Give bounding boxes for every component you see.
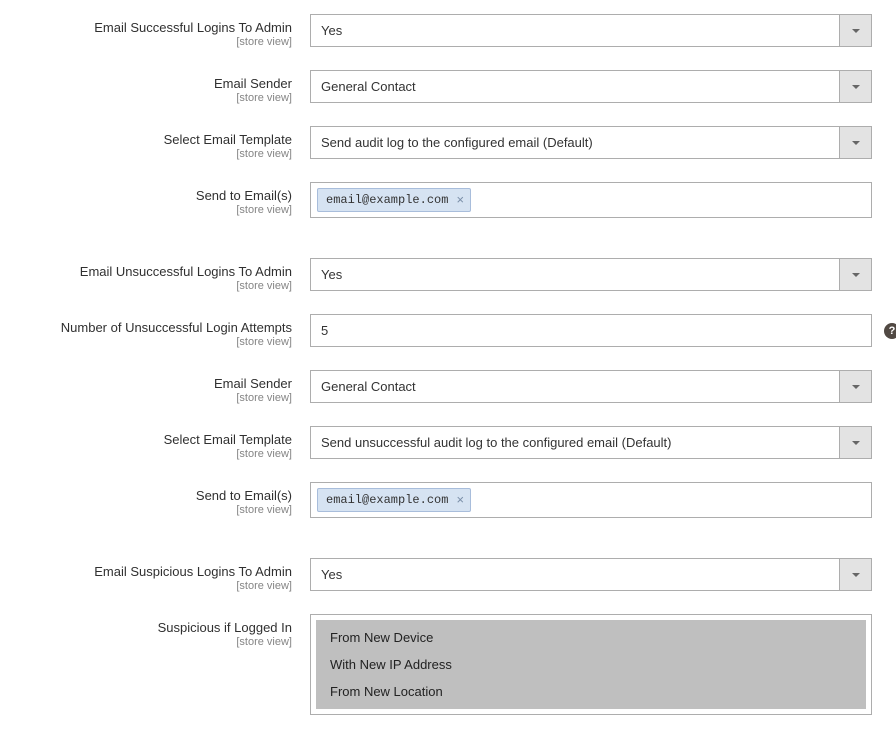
scope-label: [store view] <box>20 580 292 592</box>
label-emails-2: Send to Email(s) [store view] <box>20 482 310 516</box>
caret-down-icon <box>851 438 861 448</box>
input-col: Yes <box>310 258 872 291</box>
select-value: Send audit log to the configured email (… <box>310 126 839 159</box>
row-email-successful: Email Successful Logins To Admin [store … <box>20 14 876 48</box>
select-template-2[interactable]: Send unsuccessful audit log to the confi… <box>310 426 872 459</box>
multiselect-suspicious[interactable]: From New Device With New IP Address From… <box>310 614 872 715</box>
select-sender-2[interactable]: General Contact <box>310 370 872 403</box>
dropdown-toggle[interactable] <box>839 370 872 403</box>
input-col: Yes <box>310 14 872 47</box>
row-template-1: Select Email Template [store view] Send … <box>20 126 876 160</box>
input-col: Send audit log to the configured email (… <box>310 126 872 159</box>
label-attempts: Number of Unsuccessful Login Attempts [s… <box>20 314 310 348</box>
label-emails-1: Send to Email(s) [store view] <box>20 182 310 216</box>
select-value: General Contact <box>310 370 839 403</box>
label-email-suspicious: Email Suspicious Logins To Admin [store … <box>20 558 310 592</box>
scope-label: [store view] <box>20 392 292 404</box>
row-sender-1: Email Sender [store view] General Contac… <box>20 70 876 104</box>
label-text: Select Email Template <box>164 432 292 447</box>
label-sender-2: Email Sender [store view] <box>20 370 310 404</box>
input-col: From New Device With New IP Address From… <box>310 614 872 715</box>
dropdown-toggle[interactable] <box>839 558 872 591</box>
caret-down-icon <box>851 270 861 280</box>
label-text: Send to Email(s) <box>196 188 292 203</box>
tag-label: email@example.com <box>326 493 448 507</box>
scope-label: [store view] <box>20 36 292 48</box>
label-text: Email Successful Logins To Admin <box>94 20 292 35</box>
tag-label: email@example.com <box>326 193 448 207</box>
caret-down-icon <box>851 82 861 92</box>
scope-label: [store view] <box>20 448 292 460</box>
caret-down-icon <box>851 138 861 148</box>
option-new-device[interactable]: From New Device <box>316 624 866 651</box>
tag-input-emails-2[interactable]: email@example.com × <box>310 482 872 518</box>
dropdown-toggle[interactable] <box>839 70 872 103</box>
row-template-2: Select Email Template [store view] Send … <box>20 426 876 460</box>
tag-input-emails-1[interactable]: email@example.com × <box>310 182 872 218</box>
select-email-unsuccessful[interactable]: Yes <box>310 258 872 291</box>
input-col: Yes <box>310 558 872 591</box>
row-emails-2: Send to Email(s) [store view] email@exam… <box>20 482 876 518</box>
remove-tag-icon[interactable]: × <box>456 194 464 207</box>
multiselect-inner: From New Device With New IP Address From… <box>316 620 866 709</box>
scope-label: [store view] <box>20 92 292 104</box>
select-value: Yes <box>310 14 839 47</box>
dropdown-toggle[interactable] <box>839 126 872 159</box>
label-text: Email Suspicious Logins To Admin <box>94 564 292 579</box>
label-text: Email Sender <box>214 376 292 391</box>
caret-down-icon <box>851 26 861 36</box>
select-value: Yes <box>310 558 839 591</box>
attempts-input[interactable] <box>310 314 872 347</box>
row-suspicious-if: Suspicious if Logged In [store view] Fro… <box>20 614 876 715</box>
label-text: Select Email Template <box>164 132 292 147</box>
row-email-suspicious: Email Suspicious Logins To Admin [store … <box>20 558 876 592</box>
label-suspicious-if: Suspicious if Logged In [store view] <box>20 614 310 648</box>
scope-label: [store view] <box>20 336 292 348</box>
select-sender-1[interactable]: General Contact <box>310 70 872 103</box>
email-tag: email@example.com × <box>317 188 471 212</box>
option-new-location[interactable]: From New Location <box>316 678 866 705</box>
remove-tag-icon[interactable]: × <box>456 494 464 507</box>
label-text: Number of Unsuccessful Login Attempts <box>61 320 292 335</box>
select-value: Yes <box>310 258 839 291</box>
row-emails-1: Send to Email(s) [store view] email@exam… <box>20 182 876 218</box>
select-email-successful[interactable]: Yes <box>310 14 872 47</box>
input-col: General Contact <box>310 70 872 103</box>
label-text: Email Sender <box>214 76 292 91</box>
option-new-ip[interactable]: With New IP Address <box>316 651 866 678</box>
label-text: Suspicious if Logged In <box>158 620 292 635</box>
email-tag: email@example.com × <box>317 488 471 512</box>
select-email-suspicious[interactable]: Yes <box>310 558 872 591</box>
caret-down-icon <box>851 570 861 580</box>
dropdown-toggle[interactable] <box>839 258 872 291</box>
input-col: email@example.com × <box>310 482 872 518</box>
select-template-1[interactable]: Send audit log to the configured email (… <box>310 126 872 159</box>
input-col: email@example.com × <box>310 182 872 218</box>
dropdown-toggle[interactable] <box>839 14 872 47</box>
label-email-unsuccessful: Email Unsuccessful Logins To Admin [stor… <box>20 258 310 292</box>
row-attempts: Number of Unsuccessful Login Attempts [s… <box>20 314 876 348</box>
label-sender-1: Email Sender [store view] <box>20 70 310 104</box>
label-text: Email Unsuccessful Logins To Admin <box>80 264 292 279</box>
scope-label: [store view] <box>20 204 292 216</box>
scope-label: [store view] <box>20 280 292 292</box>
caret-down-icon <box>851 382 861 392</box>
label-email-successful: Email Successful Logins To Admin [store … <box>20 14 310 48</box>
select-value: General Contact <box>310 70 839 103</box>
scope-label: [store view] <box>20 636 292 648</box>
input-col: Send unsuccessful audit log to the confi… <box>310 426 872 459</box>
row-sender-2: Email Sender [store view] General Contac… <box>20 370 876 404</box>
label-template-2: Select Email Template [store view] <box>20 426 310 460</box>
scope-label: [store view] <box>20 148 292 160</box>
help-icon[interactable]: ? <box>884 323 896 339</box>
row-email-unsuccessful: Email Unsuccessful Logins To Admin [stor… <box>20 258 876 292</box>
label-template-1: Select Email Template [store view] <box>20 126 310 160</box>
input-col: ? <box>310 314 872 347</box>
input-col: General Contact <box>310 370 872 403</box>
label-text: Send to Email(s) <box>196 488 292 503</box>
dropdown-toggle[interactable] <box>839 426 872 459</box>
scope-label: [store view] <box>20 504 292 516</box>
select-value: Send unsuccessful audit log to the confi… <box>310 426 839 459</box>
